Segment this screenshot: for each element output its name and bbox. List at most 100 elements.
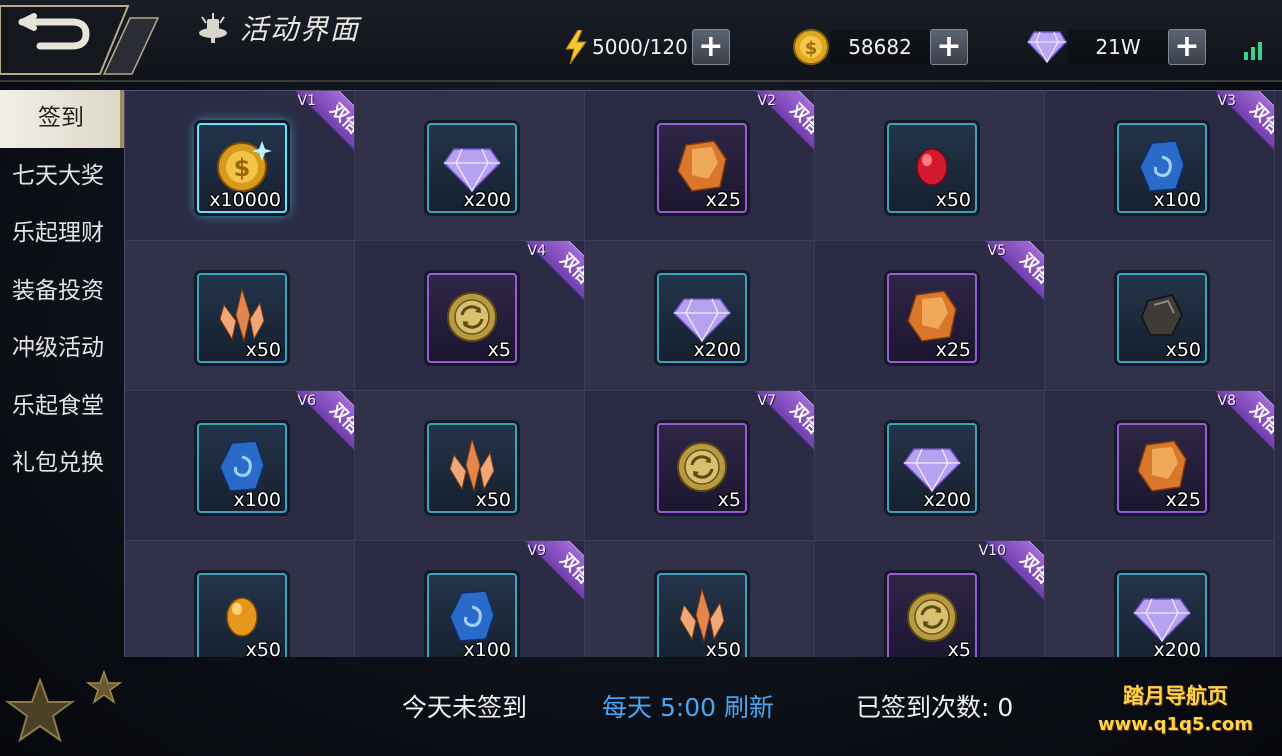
reward-item[interactable]: x100 — [427, 573, 517, 657]
vip-level-label: V3 — [1217, 93, 1236, 109]
reward-item[interactable]: x5 — [657, 423, 747, 513]
sign-in-status: 今天未签到 — [402, 693, 528, 722]
reward-item[interactable]: x50 — [657, 573, 747, 657]
bottom-bar: 今天未签到 每天 5:00 刷新 已签到次数: 0 踏月导航页 www.q1q5… — [0, 658, 1282, 756]
vip-level-label: V6 — [297, 393, 316, 409]
reward-quantity: x200 — [693, 339, 741, 361]
reward-item[interactable]: x200 — [1117, 573, 1207, 657]
reward-item[interactable]: x50 — [887, 123, 977, 213]
reward-item[interactable]: x25 — [887, 273, 977, 363]
amber-ore-icon — [1137, 440, 1187, 492]
reward-quantity: x50 — [245, 639, 281, 657]
reward-quantity: x25 — [935, 339, 971, 361]
reward-quantity: x50 — [1165, 339, 1201, 361]
vip-level-label: V8 — [1217, 393, 1236, 409]
back-arrow-icon — [0, 5, 160, 75]
reward-quantity: x200 — [463, 189, 511, 211]
sidebar-item-seven-day-prize[interactable]: 七天大奖 — [0, 148, 124, 206]
reward-item[interactable]: x50 — [197, 273, 287, 363]
refresh-time: 每天 5:00 刷新 — [602, 693, 775, 722]
blue-stone-icon — [219, 440, 265, 492]
add-energy-button[interactable]: + — [691, 29, 730, 65]
add-gem-button[interactable]: + — [1168, 29, 1206, 65]
reward-cell: x5 双倍 V10 — [815, 541, 1045, 657]
double-reward-ribbon: 双倍 V5 — [970, 241, 1044, 315]
double-reward-ribbon: 双倍 V6 — [280, 391, 354, 465]
svg-text:$: $ — [805, 38, 818, 59]
gem-value: 21W — [1068, 30, 1168, 64]
reward-quantity: x200 — [923, 489, 971, 511]
diamond-icon — [903, 448, 961, 493]
reward-quantity: x50 — [935, 189, 971, 211]
reward-item[interactable]: x25 — [1117, 423, 1207, 513]
sidebar-item-sign-in[interactable]: 签到 — [0, 90, 124, 148]
double-label: 双倍 — [754, 391, 814, 465]
double-reward-ribbon: 双倍 V7 — [740, 391, 814, 465]
reward-cell: x100 双倍 V3 — [1045, 91, 1275, 241]
blue-stone-icon — [1139, 140, 1185, 192]
reward-quantity: x50 — [475, 489, 511, 511]
reward-item[interactable]: x50 — [197, 573, 287, 657]
reward-quantity: x100 — [1153, 189, 1201, 211]
reward-cell: x50 — [585, 541, 815, 657]
double-label: 双倍 — [754, 91, 814, 165]
reward-item[interactable]: x200 — [657, 273, 747, 363]
crystal-shard-icon — [219, 287, 265, 343]
reward-cell: x200 — [355, 91, 585, 241]
reward-cell: x50 — [1045, 241, 1275, 391]
gold-value: 58682 — [830, 30, 930, 64]
signal-icon — [1244, 40, 1262, 60]
double-label: 双倍 — [294, 391, 354, 465]
reward-item[interactable]: x200 — [887, 423, 977, 513]
sidebar-item-equipment-investment[interactable]: 装备投资 — [0, 263, 124, 321]
reward-cell: x25 双倍 V5 — [815, 241, 1045, 391]
double-reward-ribbon: 双倍 V3 — [1200, 91, 1274, 165]
reward-cell: x200 — [815, 391, 1045, 541]
reward-item[interactable]: x100 — [197, 423, 287, 513]
reward-quantity: x50 — [705, 639, 741, 657]
sign-in-count-label: 已签到次数: — [856, 693, 990, 722]
vip-level-label: V4 — [527, 243, 546, 259]
page-header: 活动界面 — [196, 8, 360, 48]
reward-cell: x200 — [585, 241, 815, 391]
reward-quantity: x50 — [245, 339, 281, 361]
double-reward-ribbon: 双倍 V1 — [280, 91, 354, 165]
double-label: 双倍 — [524, 241, 584, 315]
gold-resource: $ 58682 + — [792, 28, 968, 66]
sidebar-item-canteen[interactable]: 乐起食堂 — [0, 378, 124, 436]
back-button[interactable] — [0, 0, 160, 78]
activity-icon — [199, 13, 227, 43]
sign-in-reward-panel: $ x10000 双倍 V1 x200 x25 双倍 V2 x50 x100 双倍 V3 x50 x5 双倍… — [124, 90, 1282, 657]
diamond-icon — [673, 298, 731, 343]
blue-stone-icon — [449, 590, 495, 642]
reward-quantity: x5 — [947, 639, 971, 657]
reward-item[interactable]: x50 — [1117, 273, 1207, 363]
sidebar-item-finance[interactable]: 乐起理财 — [0, 205, 124, 263]
gold-coin-icon: $ — [217, 141, 272, 192]
sidebar-item-gift-code[interactable]: 礼包兑换 — [0, 435, 124, 493]
reward-item[interactable]: x200 — [427, 123, 517, 213]
double-label: 双倍 — [984, 241, 1044, 315]
reward-cell: x200 — [1045, 541, 1275, 657]
reward-cell: x100 双倍 V6 — [125, 391, 355, 541]
sidebar-item-level-up-event[interactable]: 冲级活动 — [0, 320, 124, 378]
reward-item[interactable]: x25 — [657, 123, 747, 213]
reward-quantity: x5 — [717, 489, 741, 511]
reward-item[interactable]: $ x10000 — [197, 123, 287, 213]
reward-item[interactable]: x100 — [1117, 123, 1207, 213]
double-label: 双倍 — [1214, 391, 1274, 465]
reward-item[interactable]: x5 — [427, 273, 517, 363]
energy-value: 5000/120 — [592, 35, 688, 59]
diamond-icon — [1027, 31, 1067, 64]
double-reward-ribbon: 双倍 V4 — [510, 241, 584, 315]
reward-cell: x50 — [125, 241, 355, 391]
reward-item[interactable]: x5 — [887, 573, 977, 657]
double-label: 双倍 — [294, 91, 354, 165]
reward-cell: x50 — [125, 541, 355, 657]
orange-gem-icon — [226, 597, 258, 637]
reward-item[interactable]: x50 — [427, 423, 517, 513]
add-gold-button[interactable]: + — [930, 29, 968, 65]
reward-cell: x25 双倍 V8 — [1045, 391, 1275, 541]
double-reward-ribbon: 双倍 V9 — [510, 541, 584, 615]
vip-level-label: V2 — [757, 93, 776, 109]
